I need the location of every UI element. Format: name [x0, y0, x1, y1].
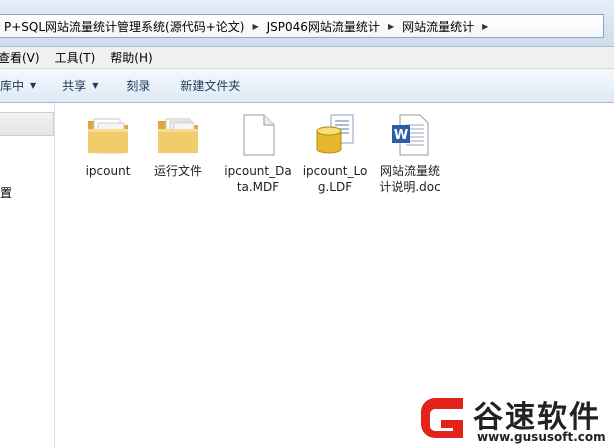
caret-down-icon: ▼ [30, 81, 37, 90]
address-bar: P+SQL网站流量统计管理系统(源代码+论文) ▶ JSP046网站流量统计 ▶… [0, 0, 614, 47]
new-folder-label: 新建文件夹 [180, 79, 241, 93]
file-name: 网站流量统计说明.doc [379, 164, 441, 194]
breadcrumb-item-project[interactable]: P+SQL网站流量统计管理系统(源代码+论文) [0, 18, 248, 35]
database-icon [316, 114, 354, 154]
word-document-icon: W [392, 114, 429, 156]
file-item-ipcount[interactable]: ipcount [73, 111, 143, 179]
breadcrumb-item-current[interactable]: 网站流量统计 [398, 18, 478, 35]
include-in-library-button[interactable]: 库中 ▼ [0, 69, 46, 103]
menu-view[interactable]: 查看(V) [0, 49, 49, 66]
file-name: ipcount_Log.LDF [302, 164, 368, 194]
watermark: 谷速软件 www.gususoft.com [415, 390, 614, 448]
file-item-ipcount-log-ldf[interactable]: ipcount_Log.LDF [300, 111, 370, 195]
chevron-right-icon[interactable]: ▶ [384, 22, 398, 31]
breadcrumb[interactable]: P+SQL网站流量统计管理系统(源代码+论文) ▶ JSP046网站流量统计 ▶… [0, 14, 604, 38]
burn-label: 刻录 [126, 79, 151, 93]
svg-text:W: W [394, 128, 408, 143]
share-button[interactable]: 共享 ▼ [52, 69, 108, 103]
file-name: ipcount [85, 164, 131, 178]
file-item-readme-doc[interactable]: W 网站流量统计说明.doc [375, 111, 445, 195]
document-icon [243, 114, 275, 156]
caret-down-icon: ▼ [92, 81, 99, 90]
file-item-ipcount-data-mdf[interactable]: ipcount_Data.MDF [223, 111, 293, 195]
breadcrumb-item-jsp046[interactable]: JSP046网站流量统计 [263, 18, 384, 35]
chevron-right-icon[interactable]: ▶ [248, 22, 262, 31]
navigation-pane[interactable]: 置 [0, 103, 55, 448]
folder-icon [158, 118, 198, 153]
share-label: 共享 [62, 79, 87, 93]
menu-tools[interactable]: 工具(T) [53, 49, 105, 66]
menu-help[interactable]: 帮助(H) [108, 49, 161, 66]
gususoft-logo-icon [421, 398, 463, 438]
menu-bar: 查看(V) 工具(T) 帮助(H) [0, 47, 614, 69]
chevron-right-icon[interactable]: ▶ [478, 22, 492, 31]
new-folder-button[interactable]: 新建文件夹 [170, 69, 250, 103]
file-name: 运行文件 [153, 164, 202, 178]
nav-item-label[interactable]: 置 [0, 184, 12, 201]
folder-icon [88, 118, 128, 154]
burn-button[interactable]: 刻录 [116, 69, 160, 103]
command-toolbar: 库中 ▼ 共享 ▼ 刻录 新建文件夹 [0, 69, 614, 103]
file-item-run-files[interactable]: 运行文件 [143, 111, 213, 179]
file-name: ipcount_Data.MDF [224, 164, 292, 194]
include-in-library-label: 库中 [0, 79, 25, 93]
watermark-url: www.gususoft.com [477, 430, 606, 444]
nav-selected-item[interactable] [0, 112, 54, 136]
